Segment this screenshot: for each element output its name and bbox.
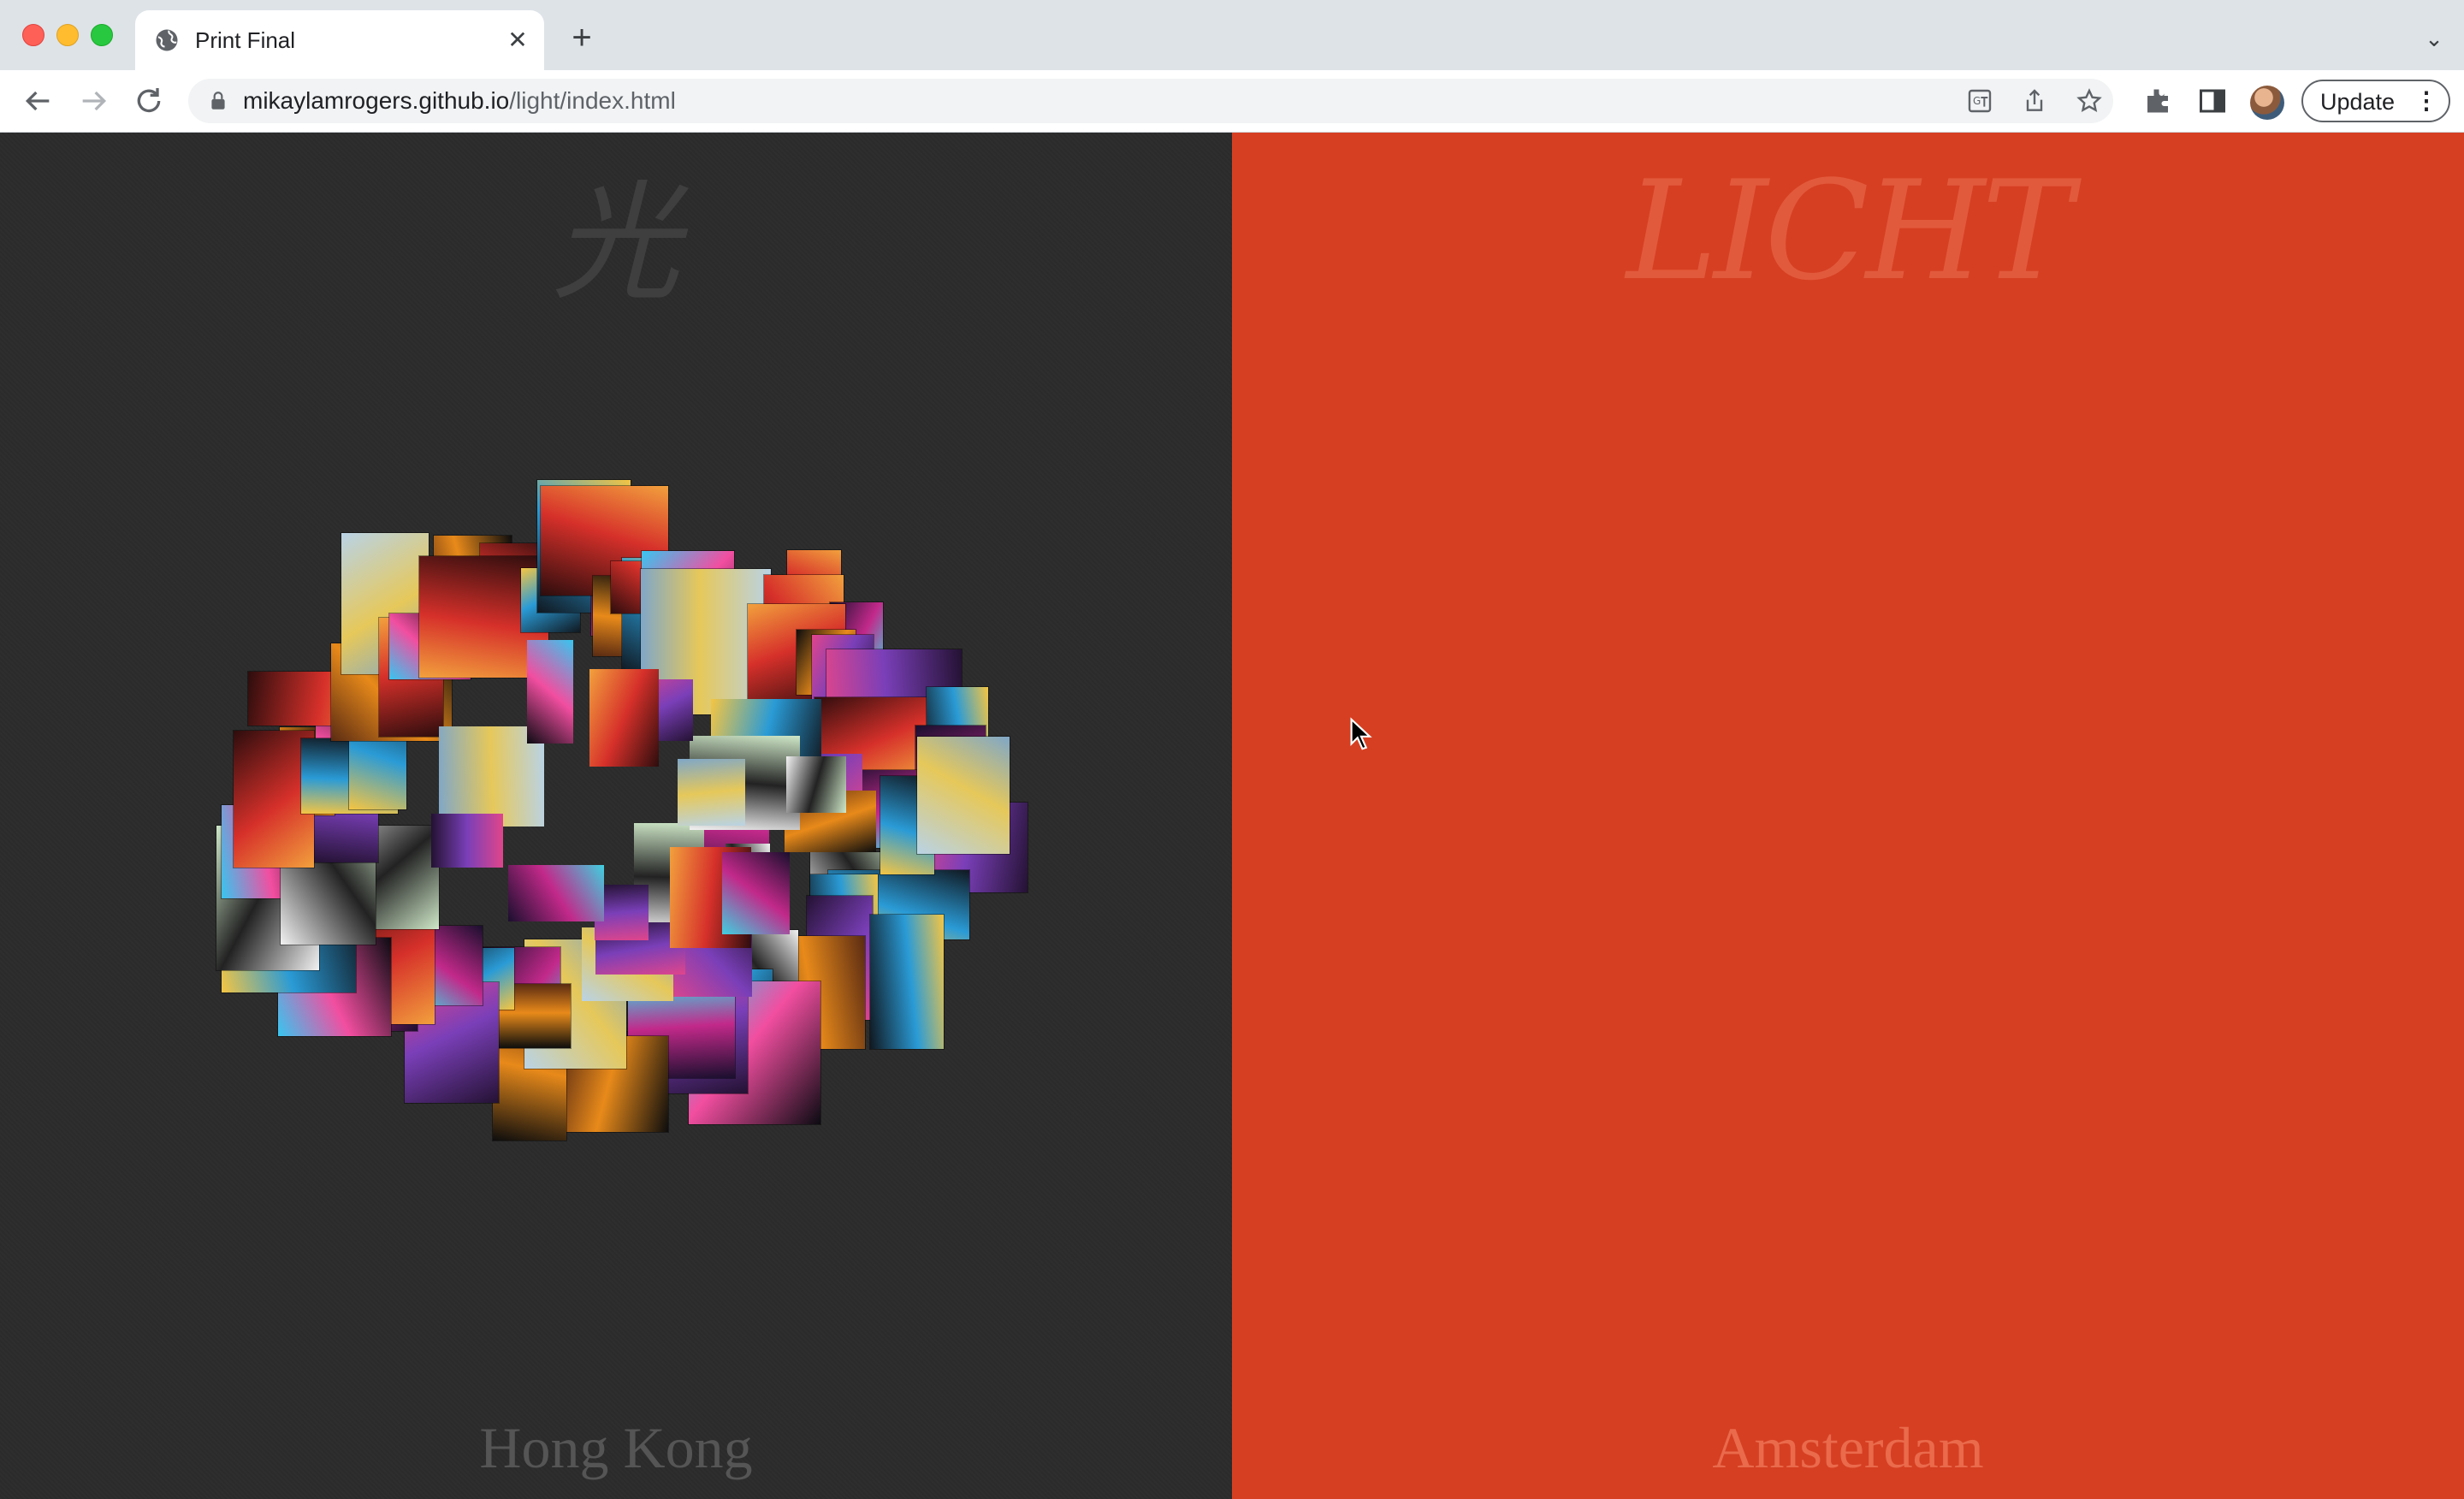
collage-photo[interactable] <box>678 758 745 827</box>
collage-photo[interactable] <box>917 736 1010 854</box>
collage-photo[interactable] <box>589 669 659 767</box>
side-panel-icon[interactable] <box>2197 86 2228 116</box>
forward-icon[interactable] <box>77 84 111 118</box>
plus-icon[interactable]: + <box>565 21 599 56</box>
tab-print-final[interactable]: Print Final ✕ <box>135 10 544 70</box>
globe-icon <box>156 29 178 51</box>
svg-text:G: G <box>1973 95 1981 107</box>
reload-icon[interactable] <box>132 84 166 118</box>
more-icon[interactable]: ⋮ <box>2414 88 2438 114</box>
url-text: mikaylamrogers.github.io/light/index.htm… <box>243 86 676 116</box>
maximize-window-button[interactable] <box>91 24 113 46</box>
lock-icon[interactable] <box>207 90 229 112</box>
chevron-down-icon[interactable]: ⌄ <box>2420 24 2449 53</box>
share-icon[interactable] <box>2021 87 2048 115</box>
update-button[interactable]: Update ⋮ <box>2301 80 2450 122</box>
hong-kong-label: Hong Kong <box>479 1415 753 1480</box>
update-label: Update <box>2320 89 2396 115</box>
collage-photo[interactable] <box>785 756 847 813</box>
page-content: 光 Hong Kong LICHT Amsterdam <box>0 133 2464 1499</box>
collage-photo[interactable] <box>721 851 791 934</box>
back-icon[interactable] <box>21 84 55 118</box>
collage-photo[interactable] <box>507 864 604 921</box>
close-window-button[interactable] <box>22 24 44 46</box>
hong-kong-panel[interactable]: 光 Hong Kong <box>0 133 1232 1499</box>
hong-kong-title: 光 <box>551 169 680 318</box>
collage-photo[interactable] <box>869 915 944 1050</box>
amsterdam-panel[interactable]: LICHT Amsterdam <box>1232 133 2464 1499</box>
url-path: /light/index.html <box>509 87 676 114</box>
browser-toolbar: mikaylamrogers.github.io/light/index.htm… <box>0 70 2464 133</box>
translate-icon[interactable]: G <box>1966 87 1993 115</box>
extensions-icon[interactable] <box>2142 86 2173 116</box>
photo-collage[interactable] <box>171 449 1095 1185</box>
url-domain: mikaylamrogers.github.io <box>243 87 510 114</box>
address-bar[interactable]: mikaylamrogers.github.io/light/index.htm… <box>188 79 2113 123</box>
close-icon[interactable]: ✕ <box>503 26 532 55</box>
collage-photo[interactable] <box>431 813 504 868</box>
star-icon[interactable] <box>2076 87 2103 115</box>
amsterdam-label: Amsterdam <box>1712 1415 1984 1480</box>
tab-title: Print Final <box>195 27 296 53</box>
collage-photo[interactable] <box>527 640 574 744</box>
amsterdam-title: LICHT <box>1626 151 2073 311</box>
avatar[interactable] <box>2250 86 2284 120</box>
minimize-window-button[interactable] <box>56 24 79 46</box>
tab-bar: Print Final ✕ + ⌄ <box>0 0 2464 70</box>
mouse-cursor-icon <box>1350 717 1372 750</box>
